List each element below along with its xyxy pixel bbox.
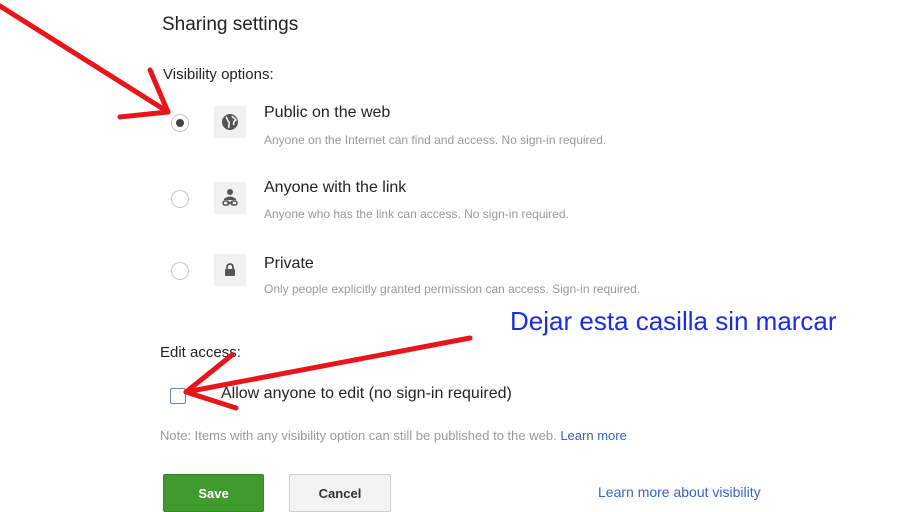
person-link-icon xyxy=(222,189,238,206)
dialog-title: Sharing settings xyxy=(162,14,299,35)
learn-more-visibility-link[interactable]: Learn more about visibility xyxy=(598,484,761,500)
option-title-link: Anyone with the link xyxy=(264,179,407,196)
radio-private[interactable] xyxy=(171,262,189,280)
option-title-private: Private xyxy=(264,255,314,272)
radio-anyone-with-link[interactable] xyxy=(171,190,189,208)
arrow-to-radio xyxy=(0,3,171,115)
learn-more-link[interactable]: Learn more xyxy=(560,428,626,443)
person-link-icon-box xyxy=(214,182,246,214)
option-title-public: Public on the web xyxy=(264,104,391,121)
globe-icon-box xyxy=(214,106,246,138)
annotation-text: Dejar esta casilla sin marcar xyxy=(510,306,837,336)
visibility-options-label: Visibility options: xyxy=(163,66,274,83)
lock-icon-box xyxy=(214,254,246,286)
arrow-head-radio-b xyxy=(117,109,171,120)
note-body: Note: Items with any visibility option c… xyxy=(160,428,557,443)
save-button[interactable]: Save xyxy=(163,474,264,512)
radio-public-on-web[interactable] xyxy=(171,114,189,132)
edit-access-label: Edit access: xyxy=(160,344,241,361)
globe-icon xyxy=(222,114,238,130)
lock-icon xyxy=(225,263,235,276)
option-desc-private: Only people explicitly granted permissio… xyxy=(264,282,641,296)
cancel-button[interactable]: Cancel xyxy=(289,474,391,512)
allow-edit-checkbox[interactable] xyxy=(170,388,186,404)
allow-edit-label: Allow anyone to edit (no sign-in require… xyxy=(221,385,512,402)
note-text: Note: Items with any visibility option c… xyxy=(160,428,627,443)
option-desc-public: Anyone on the Internet can find and acce… xyxy=(264,133,607,147)
option-desc-link: Anyone who has the link can access. No s… xyxy=(264,207,569,221)
